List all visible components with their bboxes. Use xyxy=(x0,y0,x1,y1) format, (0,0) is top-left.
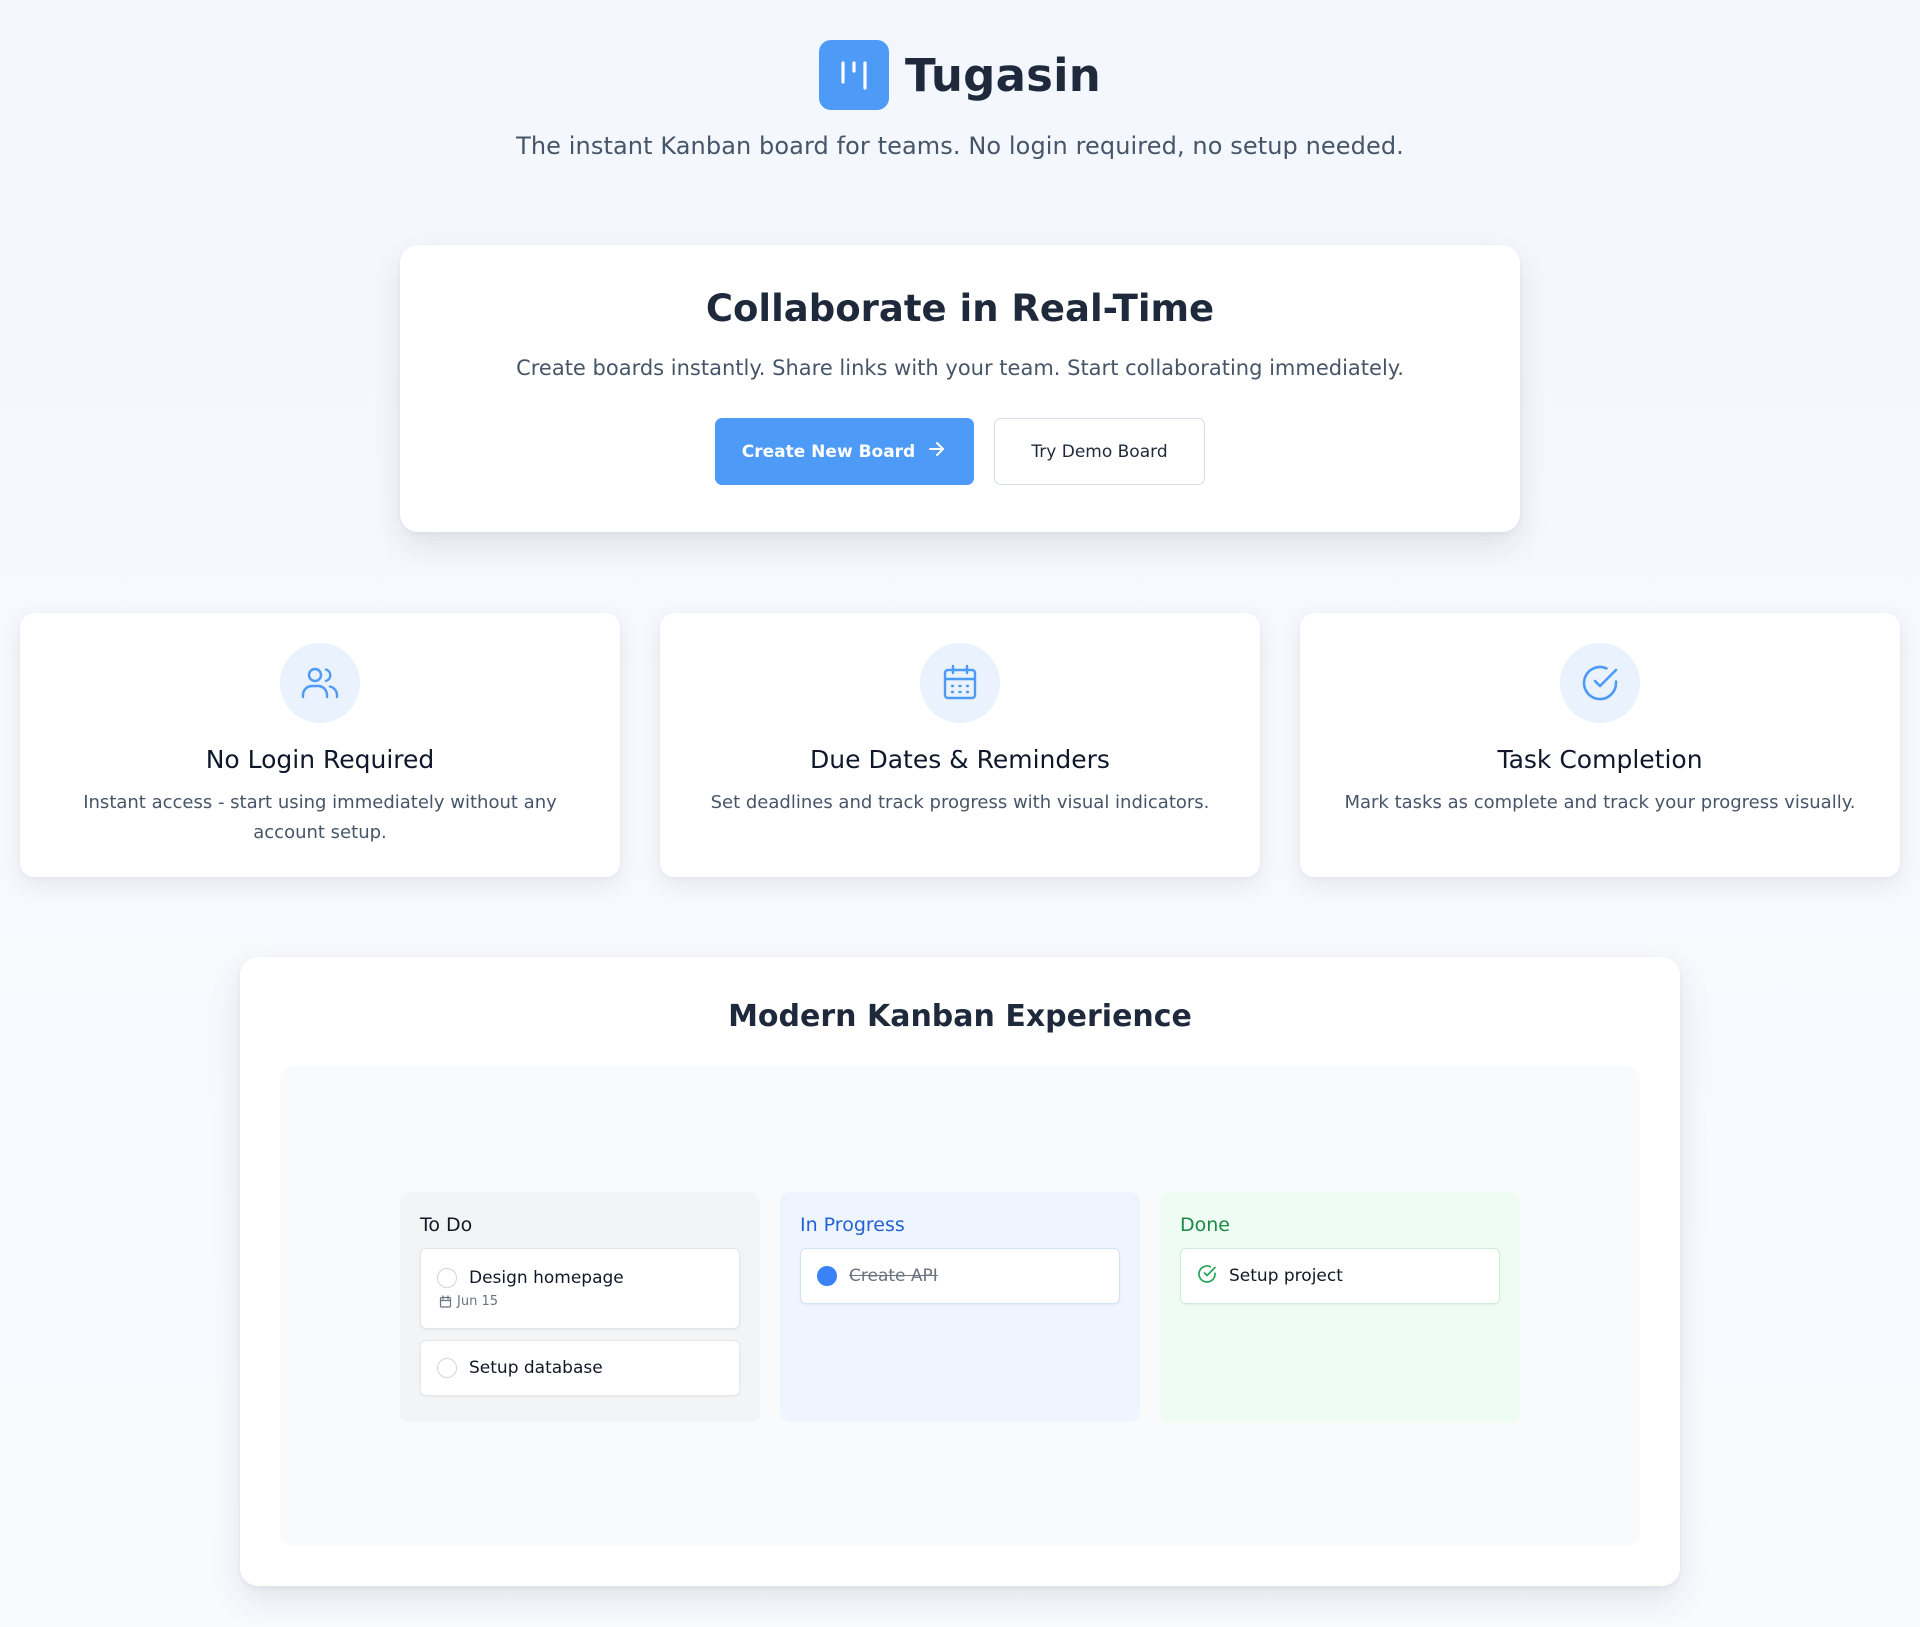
arrow-right-icon xyxy=(927,439,947,464)
feature-title: Task Completion xyxy=(1497,745,1703,774)
column-todo: To Do Design homepage Jun 15 Setup datab… xyxy=(400,1192,760,1422)
create-new-board-label: Create New Board xyxy=(741,441,916,462)
users-icon xyxy=(280,643,360,723)
task-row: Design homepage xyxy=(437,1268,723,1288)
task-card[interactable]: Design homepage Jun 15 xyxy=(420,1248,740,1329)
kanban-columns: To Do Design homepage Jun 15 Setup datab… xyxy=(400,1192,1520,1422)
feature-title: No Login Required xyxy=(205,745,435,774)
task-row: Setup project xyxy=(1197,1264,1483,1288)
column-title: Done xyxy=(1180,1214,1230,1236)
status-circle-icon[interactable] xyxy=(437,1358,457,1378)
task-card[interactable]: Setup database xyxy=(420,1340,740,1396)
feature-card-due-dates: Due Dates & Reminders Set deadlines and … xyxy=(660,613,1260,877)
preview-board: To Do Design homepage Jun 15 Setup datab… xyxy=(280,1066,1640,1546)
try-demo-board-label: Try Demo Board xyxy=(1031,441,1168,462)
column-in-progress: In Progress Create API xyxy=(780,1192,1140,1422)
status-circle-icon[interactable] xyxy=(437,1268,457,1288)
task-card[interactable]: Setup project xyxy=(1180,1248,1500,1304)
task-label: Create API xyxy=(849,1266,938,1286)
task-label: Setup database xyxy=(469,1358,603,1378)
calendar-icon xyxy=(920,643,1000,723)
column-title: In Progress xyxy=(800,1214,905,1236)
task-row: Setup database xyxy=(437,1358,723,1378)
column-title: To Do xyxy=(420,1214,473,1236)
in-progress-dot-icon[interactable] xyxy=(817,1266,837,1286)
column-done: Done Setup project xyxy=(1160,1192,1520,1422)
task-label: Setup project xyxy=(1229,1266,1343,1286)
hero-card: Collaborate in Real-Time Create boards i… xyxy=(400,245,1520,532)
task-due-date: Jun 15 xyxy=(439,1294,723,1309)
feature-title: Due Dates & Reminders xyxy=(810,745,1110,774)
hero-title: Collaborate in Real-Time xyxy=(705,287,1215,330)
preview-title: Modern Kanban Experience xyxy=(728,999,1192,1034)
brand[interactable]: Tugasin xyxy=(818,40,1101,110)
features: No Login Required Instant access - start… xyxy=(20,613,1900,877)
tagline: The instant Kanban board for teams. No l… xyxy=(516,132,1404,160)
hero-subtitle: Create boards instantly. Share links wit… xyxy=(516,356,1404,380)
task-row: Create API xyxy=(817,1266,1103,1286)
calendar-small-icon xyxy=(439,1295,452,1308)
feature-description: Instant access - start using immediately… xyxy=(83,792,557,843)
create-new-board-button[interactable]: Create New Board xyxy=(715,418,974,485)
feature-description: Set deadlines and track progress with vi… xyxy=(710,792,1210,813)
kanban-columns-icon xyxy=(818,40,889,110)
feature-card-task-completion: Task Completion Mark tasks as complete a… xyxy=(1300,613,1900,877)
check-circle-icon[interactable] xyxy=(1197,1264,1217,1288)
kanban-preview: Modern Kanban Experience To Do Design ho… xyxy=(240,957,1680,1586)
brand-name: Tugasin xyxy=(904,48,1101,102)
check-circle-icon xyxy=(1560,643,1640,723)
task-card[interactable]: Create API xyxy=(800,1248,1120,1304)
hero-actions: Create New Board Try Demo Board xyxy=(715,418,1205,485)
feature-card-no-login: No Login Required Instant access - start… xyxy=(20,613,620,877)
due-date-text: Jun 15 xyxy=(457,1294,498,1309)
try-demo-board-button[interactable]: Try Demo Board xyxy=(994,418,1205,485)
header: Tugasin The instant Kanban board for tea… xyxy=(0,40,1920,160)
task-label: Design homepage xyxy=(469,1268,624,1288)
feature-description: Mark tasks as complete and track your pr… xyxy=(1344,792,1856,813)
